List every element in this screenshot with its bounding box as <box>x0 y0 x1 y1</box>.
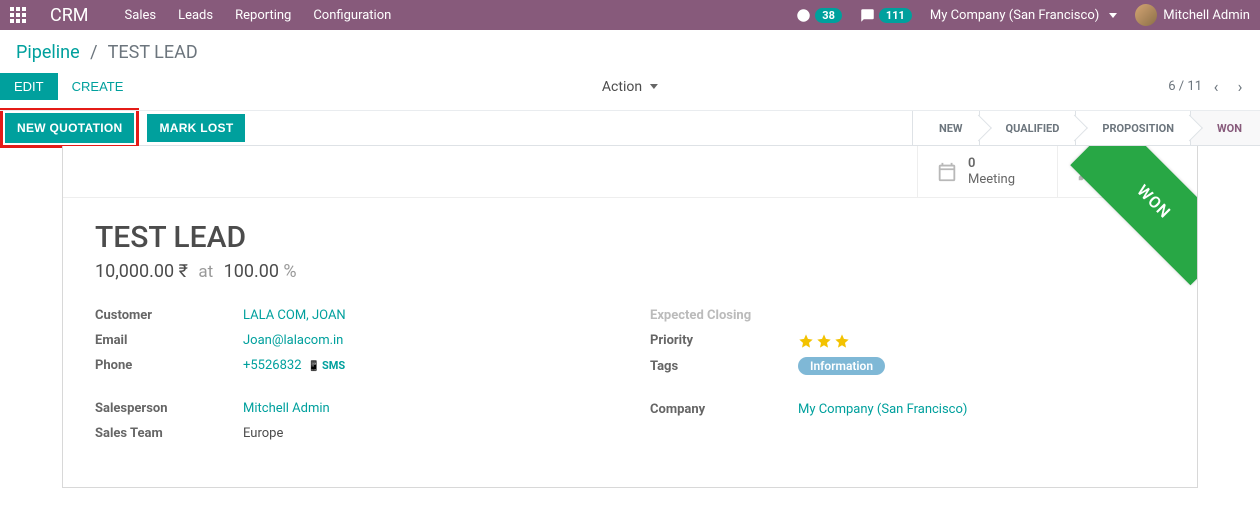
company-name: My Company (San Francisco) <box>930 8 1099 23</box>
salesteam-label: Sales Team <box>95 426 243 441</box>
form-sheet: 0 Meeting 0 Quotations WON TEST LEAD 10,… <box>62 146 1198 488</box>
highlight-annotation: NEW QUOTATION <box>0 108 139 148</box>
chat-icon <box>860 8 875 23</box>
left-column: Customer LALA COM, JOAN Email Joan@lalac… <box>95 308 610 451</box>
lead-probability: 100.00 <box>224 261 279 282</box>
user-menu[interactable]: Mitchell Admin <box>1135 4 1250 26</box>
stage-new[interactable]: NEW <box>912 111 979 145</box>
nav-reporting[interactable]: Reporting <box>235 8 291 23</box>
stat-meeting-label: Meeting <box>968 172 1015 188</box>
company-label: Company <box>650 402 798 417</box>
stat-meeting[interactable]: 0 Meeting <box>917 146 1057 197</box>
lead-title: TEST LEAD <box>95 220 1165 255</box>
nav-sales[interactable]: Sales <box>125 8 157 23</box>
tag-pill: Information <box>798 357 885 375</box>
chevron-down-icon <box>650 84 658 89</box>
pager-text: 6 / 11 <box>1168 79 1202 94</box>
star-icon <box>834 333 850 349</box>
stage-bar: NEW QUALIFIED PROPOSITION WON <box>912 111 1260 145</box>
lead-amount-row: 10,000.00 ₹ at 100.00 % <box>95 261 1165 282</box>
action-label: Action <box>602 79 642 95</box>
messages-notif[interactable]: 111 <box>860 8 912 23</box>
action-dropdown[interactable]: Action <box>602 79 658 95</box>
new-quotation-button[interactable]: NEW QUOTATION <box>5 113 134 143</box>
customer-value[interactable]: LALA COM, JOAN <box>243 308 346 323</box>
activity-badge: 38 <box>815 8 842 23</box>
email-label: Email <box>95 333 243 348</box>
phone-value[interactable]: +5526832SMS <box>243 358 345 373</box>
top-nav: CRM Sales Leads Reporting Configuration … <box>0 0 1260 30</box>
salesteam-value: Europe <box>243 426 283 441</box>
pager: 6 / 11 ‹ › <box>1168 77 1260 96</box>
breadcrumb-root[interactable]: Pipeline <box>16 42 80 63</box>
create-button[interactable]: CREATE <box>58 73 138 100</box>
email-value[interactable]: Joan@lalacom.in <box>243 333 343 348</box>
mark-lost-button[interactable]: MARK LOST <box>147 114 245 142</box>
company-selector[interactable]: My Company (San Francisco) <box>930 8 1117 23</box>
star-icon <box>816 333 832 349</box>
control-bar: EDIT CREATE Action 6 / 11 ‹ › <box>0 63 1260 111</box>
stat-meeting-count: 0 <box>968 156 1015 172</box>
nav-configuration[interactable]: Configuration <box>313 8 391 23</box>
avatar <box>1135 4 1157 26</box>
nav-menu: Sales Leads Reporting Configuration <box>125 8 392 23</box>
edit-button[interactable]: EDIT <box>0 73 58 100</box>
pager-next[interactable]: › <box>1230 77 1250 96</box>
company-value[interactable]: My Company (San Francisco) <box>798 402 967 417</box>
user-name: Mitchell Admin <box>1163 8 1250 23</box>
clock-icon <box>796 8 811 23</box>
activity-notif[interactable]: 38 <box>796 8 842 23</box>
brand[interactable]: CRM <box>50 5 89 26</box>
stat-button-box: 0 Meeting 0 Quotations <box>63 146 1197 198</box>
stage-qualified[interactable]: QUALIFIED <box>979 111 1076 145</box>
priority-stars[interactable] <box>798 333 850 349</box>
lead-at: at <box>198 262 213 282</box>
tags-label: Tags <box>650 359 798 374</box>
salesperson-value[interactable]: Mitchell Admin <box>243 401 330 416</box>
salesperson-label: Salesperson <box>95 401 243 416</box>
phone-label: Phone <box>95 358 243 373</box>
apps-icon[interactable] <box>10 7 26 23</box>
pager-prev[interactable]: ‹ <box>1206 77 1226 96</box>
breadcrumb-sep: / <box>90 42 97 63</box>
tags-value[interactable]: Information <box>798 359 885 374</box>
breadcrumb: Pipeline / TEST LEAD <box>0 30 1260 63</box>
calendar-icon <box>936 161 958 183</box>
priority-label: Priority <box>650 333 798 349</box>
lead-pct: % <box>283 261 296 282</box>
expected-closing-label: Expected Closing <box>650 308 798 323</box>
stage-proposition[interactable]: PROPOSITION <box>1075 111 1190 145</box>
right-column: Expected Closing Priority <box>650 308 1165 451</box>
star-icon <box>798 333 814 349</box>
customer-label: Customer <box>95 308 243 323</box>
lead-amount: 10,000.00 ₹ <box>95 261 188 282</box>
messages-badge: 111 <box>879 8 912 23</box>
nav-leads[interactable]: Leads <box>178 8 213 23</box>
breadcrumb-current: TEST LEAD <box>108 42 198 63</box>
chevron-down-icon <box>1109 13 1117 18</box>
sms-link[interactable]: SMS <box>308 359 346 372</box>
status-bar: NEW QUOTATION MARK LOST NEW QUALIFIED PR… <box>0 111 1260 146</box>
